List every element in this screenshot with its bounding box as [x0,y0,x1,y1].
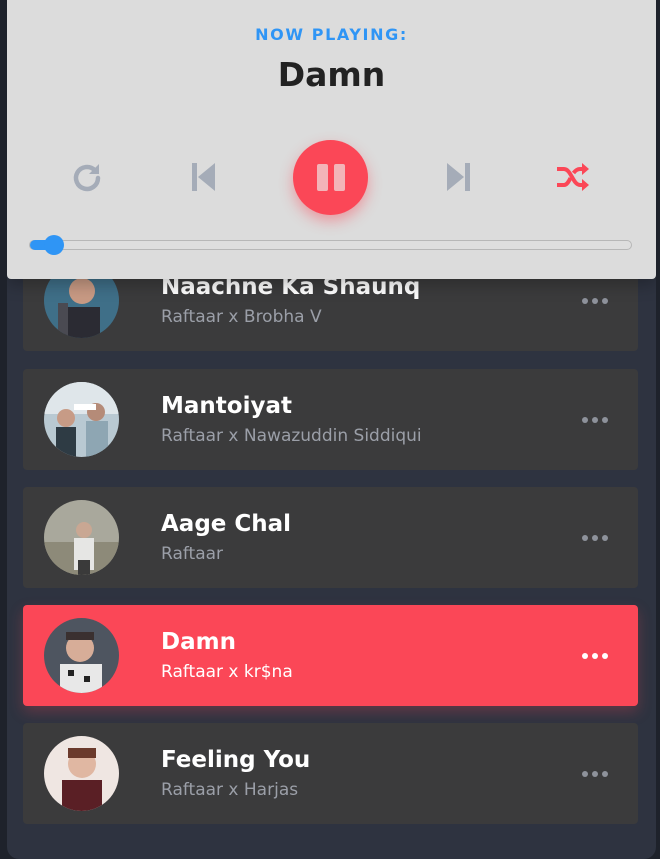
pause-icon-bar-left [316,164,328,191]
song-artist: Raftaar [161,543,224,564]
album-art [44,618,119,693]
pause-button[interactable] [293,140,368,215]
now-playing-panel: NOW PLAYING: Damn [7,0,656,279]
song-title: Feeling You [161,746,311,773]
more-options-icon[interactable] [582,533,608,543]
song-title: Damn [161,628,236,655]
pause-icon-bar-right [333,164,345,191]
song-artist: Raftaar x Harjas [161,779,299,800]
album-art [44,500,119,575]
progress-slider[interactable] [29,235,632,255]
shuffle-icon[interactable] [554,160,590,194]
repeat-icon[interactable] [69,160,105,196]
more-options-icon[interactable] [582,769,608,779]
song-item[interactable]: Aage Chal Raftaar [23,487,638,588]
song-item[interactable]: Feeling You Raftaar x Harjas [23,723,638,824]
song-title: Aage Chal [161,510,292,537]
more-options-icon[interactable] [582,651,608,661]
album-art [44,736,119,811]
song-item-active[interactable]: Damn Raftaar x kr$na [23,605,638,706]
now-playing-title: Damn [277,55,386,94]
song-title: Mantoiyat [161,392,292,419]
more-options-icon[interactable] [582,296,608,306]
song-artist: Raftaar x kr$na [161,661,293,682]
song-item[interactable]: Mantoiyat Raftaar x Nawazuddin Siddiqui [23,369,638,470]
more-options-icon[interactable] [582,415,608,425]
album-art [44,382,119,457]
song-artist: Raftaar x Nawazuddin Siddiqui [161,425,422,446]
next-icon[interactable] [443,160,473,194]
previous-icon[interactable] [189,160,219,194]
song-artist: Raftaar x Brobha V [161,306,322,327]
now-playing-label: NOW PLAYING: [255,25,408,44]
music-player-app: Naachne Ka Shaunq Raftaar x Brobha V Man… [7,0,656,859]
progress-knob[interactable] [44,235,64,255]
